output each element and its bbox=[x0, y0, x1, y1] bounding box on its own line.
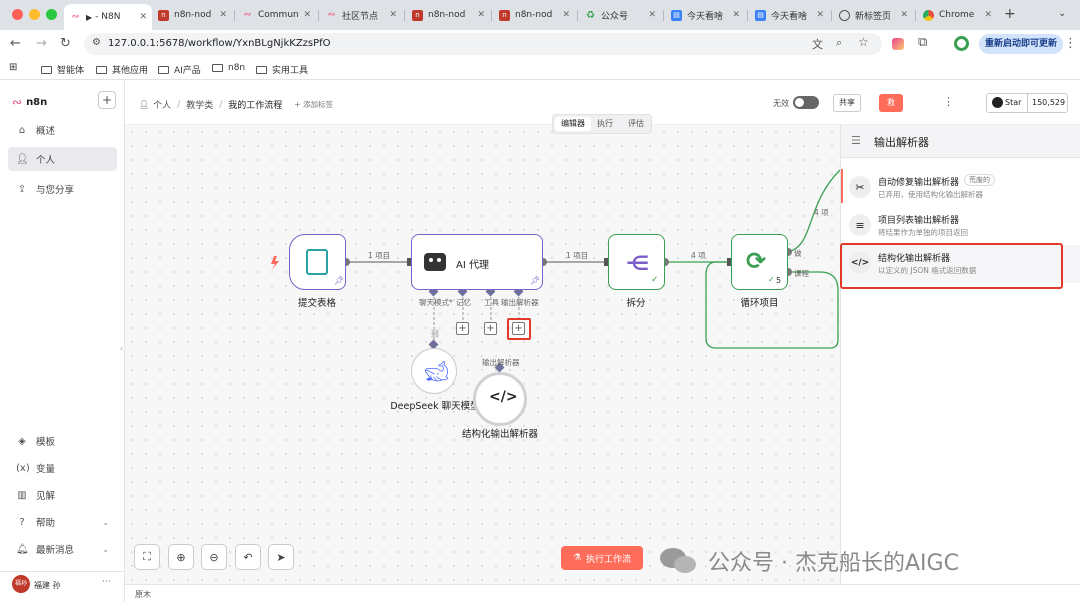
check-icon: ✓ bbox=[651, 275, 659, 285]
flask-icon: ⚗ bbox=[572, 553, 582, 563]
pin-icon: 📌︎ bbox=[530, 276, 541, 285]
output-label-loop: 课程 bbox=[794, 269, 809, 278]
add-memory-button[interactable]: + bbox=[456, 322, 469, 335]
parser-item-list[interactable]: ≡ 项目列表输出解析器 将结果作为单独的项目返回 bbox=[841, 207, 1080, 245]
execute-workflow-button[interactable]: ⚗ 执行工作流 bbox=[561, 546, 643, 570]
port-label-chat-model: 聊天模式* bbox=[419, 298, 453, 307]
port-label-memory: 记忆 bbox=[456, 298, 471, 307]
port-label-output-parser: 输出解析器 bbox=[501, 298, 539, 307]
split-icon: ⋲ bbox=[626, 251, 650, 275]
run-count: 5 bbox=[776, 276, 782, 285]
connection-label: 4 项 bbox=[691, 251, 706, 260]
node-form-trigger[interactable]: 📌︎ bbox=[289, 234, 346, 290]
highlight-box bbox=[507, 318, 531, 340]
logs-label: 原木 bbox=[135, 590, 151, 599]
logs-bar[interactable]: 原木 bbox=[125, 584, 1080, 602]
parser-item-autofix[interactable]: ✂ 自动修复输出解析器 荒废的 已弃用，使用结构化输出解析器 bbox=[841, 169, 1080, 207]
node-deepseek[interactable]: 🐋︎ bbox=[411, 348, 457, 394]
list-icon: ≡ bbox=[849, 214, 871, 236]
watermark-text: 公众号 · 杰克船长的AIGC bbox=[708, 551, 959, 576]
port-label-tool: 工具 bbox=[484, 298, 499, 307]
node-loop[interactable]: ⟳ ✓ 5 bbox=[731, 234, 788, 290]
connection-label: 4 项 bbox=[814, 208, 829, 217]
highlight-box bbox=[840, 243, 1063, 289]
pin-icon: 📌︎ bbox=[334, 276, 345, 285]
collapse-sidebar-icon[interactable]: ‹ bbox=[120, 344, 123, 353]
bolt-icon bbox=[271, 256, 279, 270]
node-ai-agent[interactable]: AI 代理 📌︎ bbox=[411, 234, 543, 290]
node-label-split: 拆分 bbox=[626, 298, 646, 309]
zoom-out-button[interactable]: ⊖ bbox=[201, 544, 227, 570]
list-icon: ☰ bbox=[851, 134, 861, 147]
zoom-in-icon: ⊕ bbox=[176, 550, 186, 564]
robot-icon bbox=[424, 253, 446, 271]
chain-icon: ⛓︎ bbox=[430, 329, 441, 338]
port-label-parser: 输出解析器 bbox=[482, 358, 520, 367]
fit-view-button[interactable]: ⛶ bbox=[134, 544, 160, 570]
fit-view-icon: ⛶ bbox=[143, 550, 151, 563]
panel-title: 输出解析器 bbox=[874, 136, 929, 149]
zoom-out-icon: ⊖ bbox=[209, 550, 219, 564]
node-split[interactable]: ⋲ ✓ bbox=[608, 234, 665, 290]
tab-evaluations[interactable]: 评估 bbox=[628, 118, 644, 129]
connection-label: 1 项目 bbox=[368, 251, 391, 260]
undo-icon: ↶ bbox=[243, 550, 253, 564]
undo-button[interactable]: ↶ bbox=[235, 544, 261, 570]
node-label-form: 提交表格 bbox=[297, 298, 336, 309]
tidy-up-button[interactable]: ➤ bbox=[268, 544, 294, 570]
output-label-done: 做 bbox=[794, 249, 802, 258]
tab-executions[interactable]: 执行 bbox=[597, 118, 613, 129]
check-icon: ✓ bbox=[768, 275, 775, 284]
code-icon: </> bbox=[489, 389, 518, 405]
connection-label: 1 项目 bbox=[566, 251, 589, 260]
zoom-in-button[interactable]: ⊕ bbox=[168, 544, 194, 570]
tools-icon: ✂ bbox=[849, 176, 871, 198]
loop-icon: ⟳ bbox=[746, 247, 767, 275]
add-tool-button[interactable]: + bbox=[484, 322, 497, 335]
deprecated-badge: 荒废的 bbox=[964, 174, 995, 186]
form-icon bbox=[306, 249, 328, 275]
cursor-icon: ➤ bbox=[276, 550, 286, 564]
node-label-loop: 循环项目 bbox=[740, 298, 779, 309]
node-label-agent: AI 代理 bbox=[456, 260, 489, 271]
node-creator-panel: ☰ 输出解析器 ✂ 自动修复输出解析器 荒废的 已弃用，使用结构化输出解析器 ≡… bbox=[840, 125, 1080, 584]
tab-editor[interactable]: 编辑器 bbox=[555, 117, 591, 131]
node-label-parser: 结构化输出解析器 bbox=[461, 429, 538, 440]
whale-icon: 🐋︎ bbox=[424, 359, 450, 383]
wechat-icon bbox=[660, 546, 700, 576]
view-tabs: 编辑器 执行 评估 bbox=[552, 114, 652, 134]
panel-header: ☰ 输出解析器 bbox=[841, 125, 1080, 158]
node-structured-parser[interactable]: </> bbox=[473, 372, 527, 426]
